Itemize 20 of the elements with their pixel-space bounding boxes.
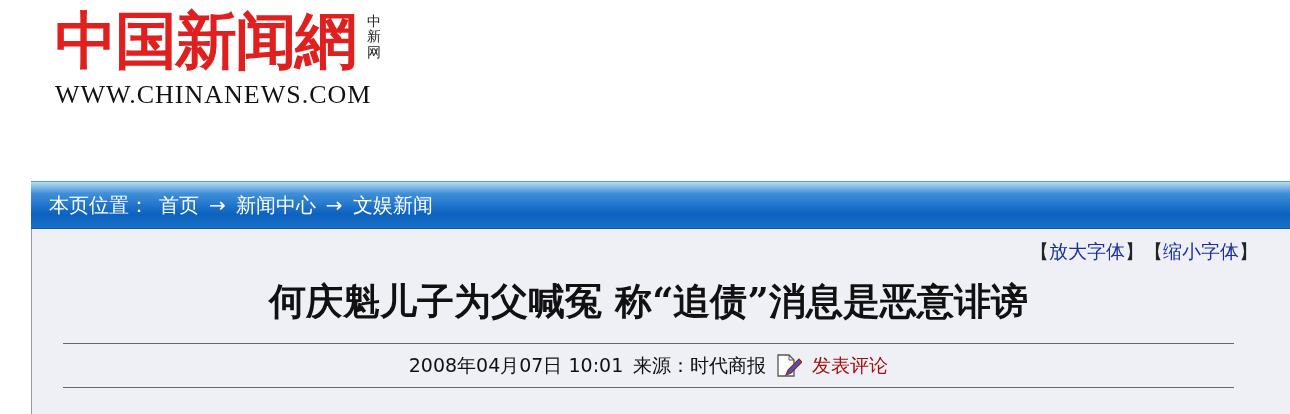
bracket: 】 — [1125, 239, 1144, 264]
breadcrumb-arrow: → — [325, 192, 343, 219]
edit-icon[interactable] — [776, 352, 803, 379]
bracket: 【 — [1030, 239, 1049, 264]
logo-caption: 中新网 — [367, 14, 381, 61]
breadcrumb-arrow: → — [209, 192, 226, 219]
font-size-link[interactable]: 缩小字体 — [1163, 237, 1239, 266]
breadcrumb-link[interactable]: 首页 — [159, 190, 199, 220]
bracket: 】 — [1239, 239, 1258, 264]
comment-link[interactable]: 发表评论 — [812, 351, 889, 380]
breadcrumb-label: 本页位置： — [49, 192, 149, 219]
breadcrumb-link[interactable]: 新闻中心 — [235, 190, 316, 220]
article-title: 何庆魁儿子为父喊冤 称“追债”消息是恶意诽谤 — [267, 277, 1029, 325]
publish-date: 2008年04月07日 10:01 — [408, 353, 624, 379]
site-url: WWW.CHINANEWS.COM — [55, 82, 373, 109]
bracket: 【 — [1144, 239, 1163, 264]
article-source: 来源：时代商报 — [633, 353, 767, 379]
breadcrumb-link[interactable]: 文娱新闻 — [352, 190, 433, 220]
font-size-link[interactable]: 放大字体 — [1049, 237, 1125, 266]
logo-title: 中国新闻網 — [55, 4, 356, 79]
